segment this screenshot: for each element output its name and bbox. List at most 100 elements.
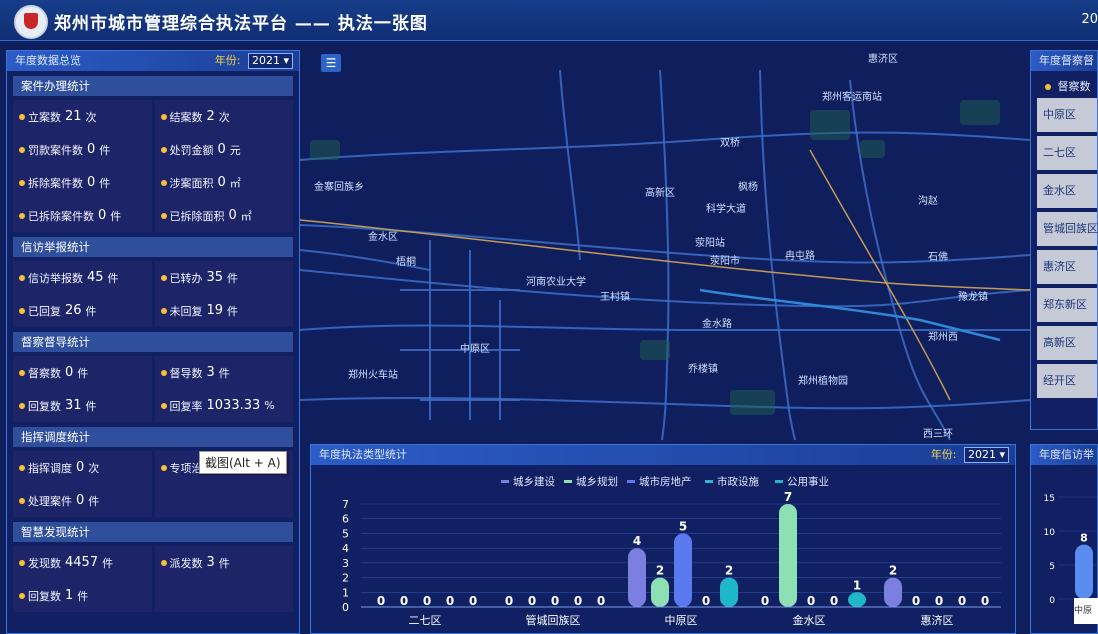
map-green-area [640,340,670,360]
bullet-icon [160,113,167,120]
stat-item: 已拆除案件数 0 件 [13,199,152,232]
stat-value: 3 [206,365,215,380]
bullet-icon [19,179,25,186]
stat-row: 发现数 4457 件派发数 3 件 [13,546,293,579]
stat-item: 处罚金额 0 元 [154,133,293,166]
stat-item: 未回复 19 件 [154,294,293,327]
bar-value-label: 0 [469,594,477,608]
map-place-label: 沟赵 [918,194,938,207]
bar [1075,544,1093,599]
map-green-area [810,110,850,140]
stat-unit: 件 [102,556,114,570]
bar-value-label: 0 [912,594,920,608]
district-item[interactable]: 中原区 [1037,98,1097,132]
bar-value-label: 0 [981,594,989,608]
stat-label: 督导数 [169,366,203,380]
chart-title: 年度执法类型统计 [319,448,407,461]
stat-value: 45 [87,270,104,285]
legend-swatch [627,480,635,483]
stat-unit: 件 [218,366,230,380]
stat-unit: 件 [85,304,97,318]
map-menu-icon[interactable]: ☰ [321,54,341,72]
map-place-label: 梧桐 [396,255,416,268]
section-header: 指挥调度统计 [13,427,293,447]
bar-value-label: 0 [935,594,943,608]
bar [884,577,902,607]
stat-unit: 件 [218,556,230,570]
map-place-label: 河南农业大学 [526,275,586,288]
district-item[interactable]: 高新区 [1037,326,1097,360]
map-place-label: 双桥 [720,137,740,149]
bullet-icon [19,307,25,314]
app-header: 郑州市城市管理综合执法平台 —— 执法一张图 20 [0,0,1098,41]
stat-item: 结案数 2 次 [154,100,293,133]
map-green-area [860,140,885,158]
y-tick-label: 0 [1049,596,1055,606]
stat-unit: 元 [229,143,241,157]
stat-label: 处理案件 [28,494,72,508]
bar-value-label: 0 [423,594,431,608]
map-green-area [960,100,1000,125]
map-place-label: 石佛 [928,250,948,263]
bullet-icon [160,146,167,153]
legend-swatch [564,480,572,483]
stat-value: 1033.33 [206,398,261,413]
stat-unit: % [264,399,275,412]
bar [651,577,669,607]
district-list: 中原区二七区金水区管城回族区惠济区郑东新区高新区经开区 [1031,98,1097,398]
district-item[interactable]: 郑东新区 [1037,288,1097,322]
stat-label: 涉案面积 [169,176,214,190]
bar [628,548,646,607]
district-item[interactable]: 管城回族区 [1037,212,1097,246]
stat-item: 回复率 1033.33% [154,389,293,422]
legend-label: 城市房地产 [639,475,692,488]
y-tick-label: 0 [342,601,349,614]
stat-value: 0 [217,142,226,157]
enforcement-bar-chart: 城乡建设 城乡规划 城市房地产 市政设施 公用事业012345670 0 0 0 0二七区0 0 0… [342,475,1001,627]
district-item[interactable]: 二七区 [1037,136,1097,170]
stat-label: 拆除案件数 [28,176,83,190]
map-place-label: 西三环 [923,429,953,440]
map-place-label: 王村镇 [600,290,630,303]
bullet-icon [19,559,25,566]
section-header: 案件办理统计 [13,76,293,96]
stat-label: 回复率 [169,399,203,413]
stat-row: 拆除案件数 0 件涉案面积 0 ㎡ [13,166,293,199]
stat-label: 信访举报数 [28,271,83,285]
chart-year-select[interactable]: 2021 ▾ [963,447,1009,463]
district-item[interactable]: 惠济区 [1037,250,1097,284]
stat-unit: 件 [227,271,239,285]
map-place-label: 乔楼镇 [688,362,718,375]
stat-item: 派发数 3 件 [154,546,293,579]
bullet-icon [19,113,25,120]
overview-year-select[interactable]: 2021 ▾ [247,53,293,69]
legend-label: 公用事业 [787,475,829,488]
y-tick-label: 4 [342,542,349,555]
stat-label: 已拆除面积 [169,209,225,223]
bar-value-label: 5 [679,519,687,533]
bullet-icon [160,307,167,314]
map-green-area [310,140,340,160]
legend-swatch [705,480,713,483]
section-header: 智慧发现统计 [13,522,293,542]
bar [779,504,797,607]
stat-item: 回复数 1 件 [13,579,152,612]
stat-label: 督察数 [28,366,61,380]
district-item[interactable]: 经开区 [1037,364,1097,398]
map-place-label: 郑州西 [928,330,958,343]
legend-label: 城乡规划 [576,475,618,488]
stat-unit: 件 [99,176,111,190]
stat-unit: 件 [77,589,89,603]
y-tick-label: 2 [342,572,349,585]
supervision-panel: 年度督察督 督察数 中原区 二七区 金水区 管城回族区 惠济区 郑东新区 高新区 经开区 [1030,50,1098,430]
x-tick-label: 管城回族区 [526,613,581,627]
page-title: 郑州市城市管理综合执法平台 —— 执法一张图 [54,14,428,34]
stat-label: 已回复 [28,304,61,318]
enforcement-type-panel: 年度执法类型统计 年份: 2021 ▾ 城乡建设 城乡规划 城市房地产 市政设施 公用事… [310,444,1016,634]
stat-row: 信访举报数 45 件已转办 35 件 [13,261,293,294]
x-tick-label: 惠济区 [921,613,954,627]
y-tick-label: 7 [342,498,349,511]
bar [848,592,866,607]
bar-value-label: 0 [528,594,536,608]
district-item[interactable]: 金水区 [1037,174,1097,208]
